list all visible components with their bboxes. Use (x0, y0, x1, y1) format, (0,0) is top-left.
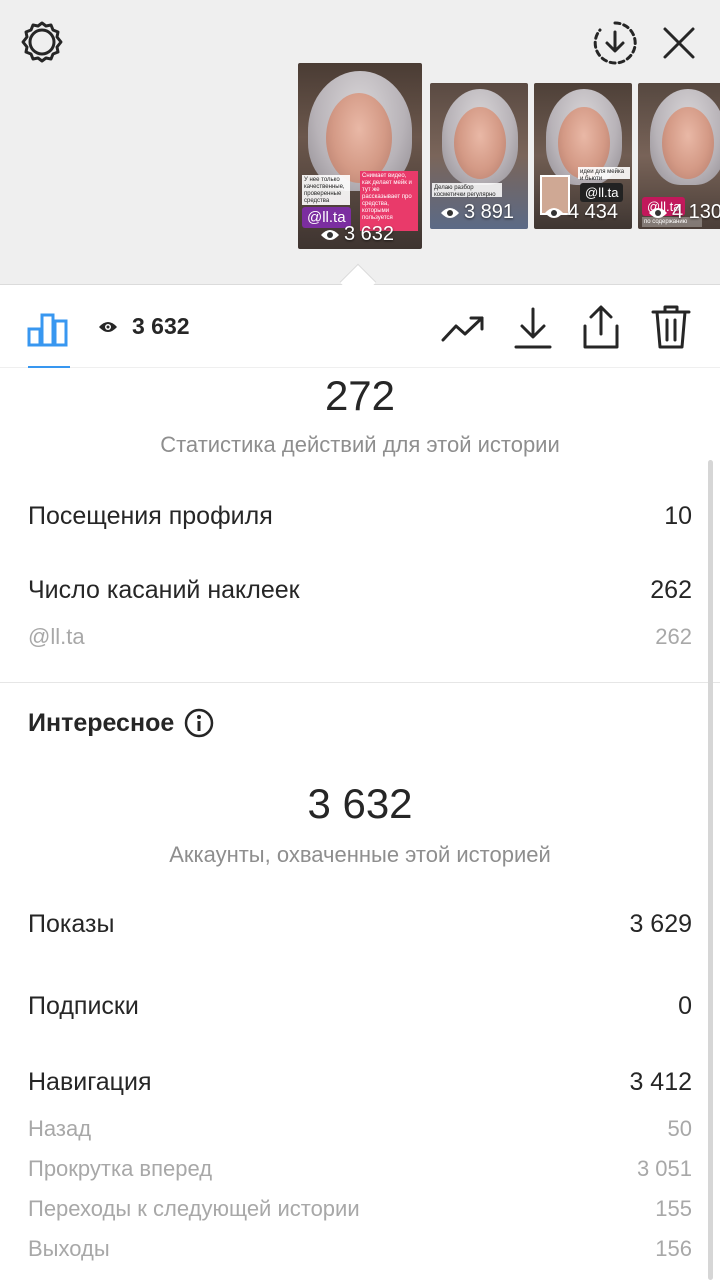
story-caption: Делаю разбор косметички регулярно (432, 183, 502, 198)
story-views: 3 632 (320, 223, 394, 246)
views-count: 3 632 (132, 313, 190, 339)
stat-row-back: Назад 50 (28, 1116, 692, 1142)
stat-value: 156 (655, 1236, 692, 1261)
section-divider (0, 682, 720, 683)
reach-total: 3 632 (307, 780, 413, 827)
stat-value: 262 (655, 624, 692, 649)
stat-label: Подписки (28, 992, 139, 1020)
stat-row-exits: Выходы 156 (28, 1236, 692, 1262)
bar-chart-icon[interactable] (26, 308, 70, 348)
reach-label: Аккаунты, охваченные этой историей (169, 842, 551, 867)
story-views: 4 130 (648, 201, 720, 224)
scrollbar[interactable] (708, 460, 713, 1280)
stat-value: 262 (650, 576, 692, 604)
insights-toolbar: 3 632 (0, 286, 720, 369)
views-summary: 3 632 (98, 313, 190, 340)
stat-label: Показы (28, 910, 115, 938)
stat-row-forward: Прокрутка вперед 3 051 (28, 1156, 692, 1182)
stat-label: Число касаний наклеек (28, 576, 300, 604)
stat-label: Выходы (28, 1236, 110, 1261)
stat-value: 10 (664, 502, 692, 530)
story-thumbnail[interactable]: @ll.ta по содержанию 4 130 (638, 83, 720, 229)
stat-label: Навигация (28, 1068, 152, 1096)
mention-sticker: @ll.ta (580, 183, 624, 202)
stat-value: 3 412 (629, 1068, 692, 1096)
stat-label: Прокрутка вперед (28, 1156, 213, 1181)
story-caption: Снимает видео, как делает мейк и тут же … (360, 171, 418, 231)
story-thumbnail-selected[interactable]: У нее только качественные, проверенные с… (298, 63, 422, 249)
eye-icon (441, 207, 459, 218)
story-thumbnail[interactable]: Делаю разбор косметички регулярно 3 891 (430, 83, 528, 229)
story-thumbnail[interactable]: идеи для мейка и бьюти @ll.ta 4 434 (534, 83, 632, 229)
close-icon[interactable] (656, 20, 702, 66)
stat-value: 0 (678, 992, 692, 1020)
stat-label: Переходы к следующей истории (28, 1196, 360, 1221)
story-strip: У нее только качественные, проверенные с… (0, 0, 720, 285)
actions-subtitle: Статистика действий для этой истории (160, 432, 560, 457)
stat-label: Назад (28, 1116, 92, 1141)
story-views-count: 3 632 (344, 223, 395, 245)
stat-row-next-story: Переходы к следующей истории 155 (28, 1196, 692, 1222)
eye-icon (545, 207, 563, 218)
stat-label: Посещения профиля (28, 502, 273, 530)
stat-label: @ll.ta (28, 624, 85, 649)
insights-content[interactable]: 272 Статистика действий для этой истории… (0, 368, 720, 1280)
story-caption: У нее только качественные, проверенные с… (302, 175, 350, 205)
trending-icon[interactable] (440, 306, 486, 352)
eye-icon (99, 321, 117, 332)
story-views-count: 4 434 (568, 201, 619, 223)
trash-icon[interactable] (648, 302, 694, 352)
eye-icon (321, 229, 339, 240)
stat-row-impressions: Показы 3 629 (28, 910, 692, 939)
download-icon[interactable] (510, 304, 556, 352)
story-views-count: 3 891 (464, 201, 515, 223)
download-circle-icon[interactable] (590, 18, 640, 68)
story-views-count: 4 130 (672, 201, 720, 223)
story-views: 3 891 (440, 201, 514, 224)
stat-value: 155 (655, 1196, 692, 1221)
share-icon[interactable] (578, 302, 624, 352)
stat-row-navigation: Навигация 3 412 (28, 1068, 692, 1097)
stat-value: 3 051 (636, 1156, 692, 1181)
gear-icon[interactable] (18, 18, 66, 66)
discovery-title-text: Интересное (28, 708, 175, 737)
story-caption: идеи для мейка и бьюти (578, 167, 630, 182)
actions-total: 272 (324, 372, 396, 419)
stat-row-mention: @ll.ta 262 (28, 624, 692, 650)
discovery-title: Интересное (28, 708, 214, 738)
stat-row-sticker-taps: Число касаний наклеек 262 (28, 576, 692, 605)
stat-value: 3 629 (629, 910, 692, 938)
stat-row-follows: Подписки 0 (28, 992, 692, 1021)
stat-row-profile-visits: Посещения профиля 10 (28, 502, 692, 531)
info-icon[interactable] (184, 708, 214, 738)
stat-value: 50 (667, 1116, 692, 1141)
story-views: 4 434 (544, 201, 618, 224)
eye-icon (649, 207, 667, 218)
